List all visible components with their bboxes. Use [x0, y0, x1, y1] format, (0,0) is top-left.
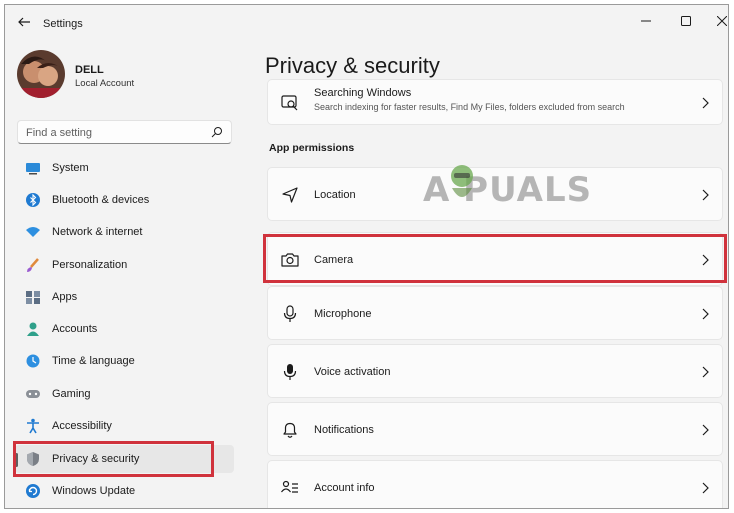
microphone-icon	[283, 305, 297, 322]
clock-globe-icon	[26, 354, 40, 368]
chevron-right-icon	[702, 97, 709, 109]
permission-account-info[interactable]: Account info	[267, 460, 723, 508]
chevron-right-icon	[702, 189, 709, 201]
monitor-icon	[26, 163, 40, 175]
profile-name: DELL	[75, 64, 104, 76]
gamepad-icon	[26, 390, 40, 398]
minimize-icon	[641, 20, 651, 22]
searching-windows-card[interactable]: Searching Windows Search indexing for fa…	[267, 79, 723, 125]
close-icon	[717, 16, 727, 26]
chevron-right-icon	[702, 424, 709, 436]
back-arrow-icon[interactable]	[16, 14, 32, 30]
sidebar-item-bluetooth[interactable]: Bluetooth & devices	[15, 186, 234, 214]
profile-account-type: Local Account	[75, 78, 135, 89]
highlight-box-camera	[263, 234, 727, 283]
sidebar-item-accounts[interactable]: Accounts	[15, 315, 234, 343]
brush-icon	[27, 258, 39, 272]
card-subtitle: Search indexing for faster results, Find…	[314, 102, 625, 112]
avatar[interactable]	[17, 50, 65, 98]
apps-icon	[26, 291, 40, 304]
window-title: Settings	[43, 18, 83, 30]
permission-label: Account info	[314, 482, 375, 494]
sidebar-item-label: Gaming	[52, 388, 91, 400]
sidebar-item-label: System	[52, 162, 89, 174]
permission-label: Notifications	[314, 424, 374, 436]
sidebar-item-network[interactable]: Network & internet	[15, 218, 234, 246]
sidebar-item-gaming[interactable]: Gaming	[15, 380, 234, 408]
sidebar-item-personalization[interactable]: Personalization	[15, 251, 234, 279]
permission-microphone[interactable]: Microphone	[267, 286, 723, 340]
card-title: Searching Windows	[314, 87, 412, 99]
search-index-icon	[281, 95, 298, 111]
maximize-button[interactable]	[671, 11, 701, 31]
chevron-right-icon	[702, 482, 709, 494]
chevron-right-icon	[702, 308, 709, 320]
location-icon	[282, 187, 298, 203]
person-icon	[27, 322, 39, 336]
chevron-right-icon	[702, 366, 709, 378]
update-icon	[26, 484, 40, 498]
sidebar-item-label: Bluetooth & devices	[52, 194, 150, 206]
section-label: App permissions	[269, 142, 355, 154]
permission-label: Location	[314, 189, 356, 201]
wifi-icon	[26, 227, 40, 237]
sidebar-item-windows-update[interactable]: Windows Update	[15, 477, 234, 505]
sidebar-item-label: Apps	[52, 291, 78, 303]
sidebar-item-accessibility[interactable]: Accessibility	[15, 412, 234, 440]
permission-label: Voice activation	[314, 366, 391, 378]
search-icon	[211, 127, 222, 138]
permission-notifications[interactable]: Notifications	[267, 402, 723, 456]
sidebar-item-label: Personalization	[52, 259, 128, 271]
watermark-mascot-icon	[451, 165, 473, 197]
sidebar-item-label: Accounts	[52, 323, 98, 335]
voice-icon	[283, 364, 297, 380]
accessibility-icon	[27, 418, 39, 434]
account-info-icon	[281, 480, 298, 493]
sidebar-item-label: Windows Update	[52, 485, 136, 497]
highlight-box-privacy	[13, 441, 214, 477]
sidebar-item-label: Network & internet	[52, 226, 143, 238]
settings-window: Settings DELL Local Account Find a setti…	[4, 4, 729, 509]
sidebar-item-time-language[interactable]: Time & language	[15, 347, 234, 375]
minimize-button[interactable]	[631, 11, 661, 31]
page-title: Privacy & security	[265, 53, 440, 78]
close-button[interactable]	[707, 11, 728, 31]
sidebar-item-system[interactable]: System	[15, 154, 234, 182]
sidebar-item-label: Accessibility	[52, 420, 112, 432]
search-placeholder: Find a setting	[26, 127, 93, 139]
title-bar: Settings	[5, 5, 728, 41]
appuals-watermark: A PUALS	[423, 165, 608, 214]
permission-label: Microphone	[314, 308, 372, 320]
sidebar-item-apps[interactable]: Apps	[15, 283, 234, 311]
bell-icon	[283, 422, 297, 438]
search-input[interactable]: Find a setting	[17, 120, 232, 144]
sidebar-item-label: Time & language	[52, 355, 135, 367]
permission-voice-activation[interactable]: Voice activation	[267, 344, 723, 398]
bluetooth-icon	[26, 193, 40, 207]
maximize-icon	[681, 16, 691, 26]
